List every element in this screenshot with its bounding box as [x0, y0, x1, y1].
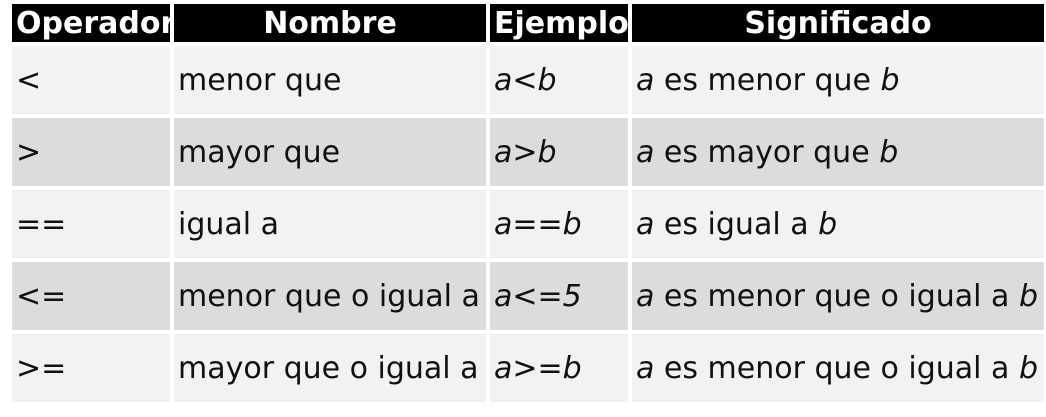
cell-example: a<b [490, 46, 628, 118]
cell-name: mayor que [174, 118, 486, 190]
cell-name: menor que o igual a [174, 262, 486, 334]
header-example: Ejemplo [490, 4, 628, 46]
meaning-var-a: a [636, 134, 655, 170]
meaning-var-b: b [879, 134, 899, 170]
cell-name: igual a [174, 190, 486, 262]
cell-meaning: a es menor que o igual a b [632, 262, 1044, 334]
cell-operator: > [12, 118, 170, 190]
meaning-text: es mayor que [654, 134, 880, 170]
table-row: > mayor que a>b a es mayor que b [12, 118, 1044, 190]
meaning-text: es menor que o igual a [654, 350, 1019, 386]
meaning-var-b: b [1018, 278, 1039, 314]
header-operator: Operador [12, 4, 170, 46]
operators-table-container: Operador Nombre Ejemplo Significado < me… [8, 4, 1044, 406]
table-header: Operador Nombre Ejemplo Significado [12, 4, 1044, 46]
table-row: < menor que a<b a es menor que b [12, 46, 1044, 118]
meaning-var-a: a [636, 278, 655, 314]
meaning-var-b: b [1018, 350, 1039, 386]
meaning-text: es menor que o igual a [654, 278, 1019, 314]
cell-example: a>=b [490, 334, 628, 406]
meaning-var-b: b [880, 62, 900, 98]
meaning-var-a: a [636, 206, 655, 242]
meaning-text: es igual a [654, 206, 819, 242]
cell-name: menor que [174, 46, 486, 118]
meaning-var-a: a [636, 62, 655, 98]
meaning-var-b: b [818, 206, 838, 242]
cell-example: a>b [490, 118, 628, 190]
cell-example: a<=5 [490, 262, 628, 334]
header-name: Nombre [174, 4, 486, 46]
meaning-var-a: a [636, 350, 655, 386]
relational-operators-table: Operador Nombre Ejemplo Significado < me… [8, 4, 1046, 406]
cell-name: mayor que o igual a [174, 334, 486, 406]
table-row: >= mayor que o igual a a>=b a es menor q… [12, 334, 1044, 406]
table-body: < menor que a<b a es menor que b > mayor… [12, 46, 1044, 406]
cell-meaning: a es igual a b [632, 190, 1044, 262]
table-row: == igual a a==b a es igual a b [12, 190, 1044, 262]
cell-operator: < [12, 46, 170, 118]
table-row: <= menor que o igual a a<=5 a es menor q… [12, 262, 1044, 334]
cell-example: a==b [490, 190, 628, 262]
cell-operator: >= [12, 334, 170, 406]
meaning-text: es menor que [654, 62, 881, 98]
header-meaning: Significado [632, 4, 1044, 46]
cell-meaning: a es menor que o igual a b [632, 334, 1044, 406]
cell-operator: == [12, 190, 170, 262]
cell-meaning: a es mayor que b [632, 118, 1044, 190]
cell-meaning: a es menor que b [632, 46, 1044, 118]
header-row: Operador Nombre Ejemplo Significado [12, 4, 1044, 46]
cell-operator: <= [12, 262, 170, 334]
